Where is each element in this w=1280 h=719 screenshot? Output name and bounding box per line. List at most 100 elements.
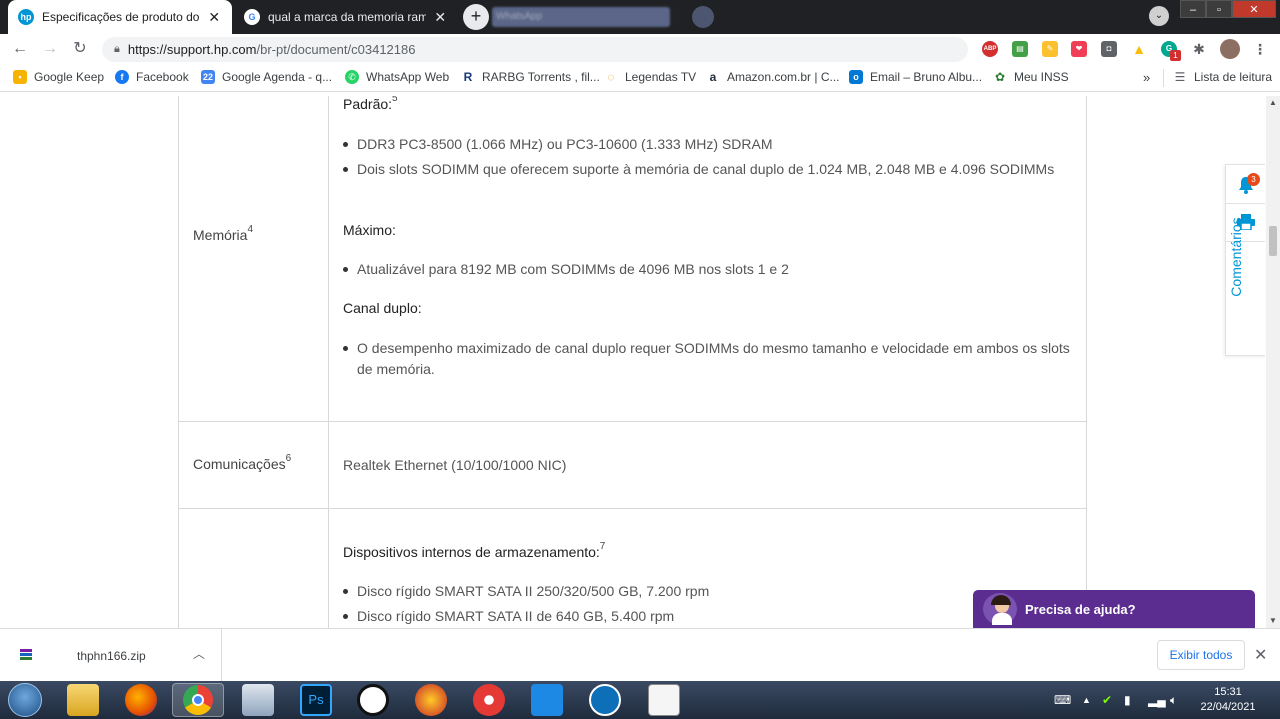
tab-search-icon[interactable]: ⌄ xyxy=(1149,6,1169,26)
google-drive-icon[interactable]: ▲ xyxy=(1131,41,1147,57)
bookmarks-bar: ▪ Google Keep f Facebook 22 Google Agenda -… xyxy=(0,64,1280,92)
tab-hp-specs[interactable]: hp Especificações de produto do no ✕ xyxy=(8,0,232,34)
chrome-taskbar-button[interactable] xyxy=(172,683,224,717)
network-icon[interactable]: ▂▄ xyxy=(1148,693,1166,707)
reload-icon[interactable]: ↻ xyxy=(68,37,92,61)
close-icon[interactable]: ✕ xyxy=(1254,645,1267,665)
back-arrow-icon[interactable]: ← xyxy=(8,37,32,61)
page-viewport: Memória4 Padrão:5 DDR3 PC3-8500 (1.066 M… xyxy=(0,96,1266,628)
clock-date: 22/04/2021 xyxy=(1200,701,1256,713)
spec-label-memory: Memória4 xyxy=(193,224,253,243)
calculator-icon[interactable] xyxy=(242,684,274,716)
adblock-plus-icon[interactable]: ABP xyxy=(982,41,998,57)
hp-logo-icon: hp xyxy=(18,9,34,25)
standard-list: DDR3 PC3-8500 (1.066 MHz) ou PC3-10600 (… xyxy=(343,134,1072,183)
bookmark-google-keep[interactable]: ▪ Google Keep xyxy=(13,70,104,84)
list-item: Disco rígido SMART SATA II de 640 GB, 5.… xyxy=(343,606,1072,627)
scroll-up-arrow-icon[interactable]: ▲ xyxy=(1266,96,1280,110)
bookmark-amazon[interactable]: a Amazon.com.br | C... xyxy=(706,70,840,84)
bookmark-rarbg[interactable]: R RARBG Torrents , fil... xyxy=(461,70,600,84)
extension-icon[interactable]: ✎ xyxy=(1042,41,1058,57)
download-item[interactable]: thphn166.zip ︿ xyxy=(0,629,222,682)
download-shelf: thphn166.zip ︿ Exibir todos ✕ xyxy=(0,628,1280,682)
rarbg-icon: R xyxy=(463,70,473,84)
maximize-button[interactable]: ▫ xyxy=(1206,0,1232,18)
bookmark-legendas-tv[interactable]: ◌ Legendas TV xyxy=(604,70,696,84)
storage-list: Disco rígido SMART SATA II 250/320/500 G… xyxy=(343,581,1072,628)
browser-tab-strip: hp Especificações de produto do no ✕ G q… xyxy=(0,0,1280,34)
page-scrollbar[interactable]: ▲ ▼ xyxy=(1266,96,1280,628)
inss-icon: ✿ xyxy=(994,70,1006,84)
extension-icon[interactable]: ▤ xyxy=(1012,41,1028,57)
bookmark-meu-inss[interactable]: ✿ Meu INSS xyxy=(993,70,1069,84)
blurred-icon xyxy=(692,6,714,28)
app-icon[interactable] xyxy=(357,684,389,716)
comments-tab[interactable]: Comentários xyxy=(1228,167,1244,347)
forward-arrow-icon[interactable]: → xyxy=(38,37,62,61)
bookmark-facebook[interactable]: f Facebook xyxy=(115,70,189,84)
app-icon[interactable] xyxy=(531,684,563,716)
app-tray-icon[interactable]: ✔ xyxy=(1102,693,1112,707)
puzzle-icon[interactable]: ✱ xyxy=(1191,41,1207,57)
chrome-icon xyxy=(183,685,213,715)
extension-icon[interactable]: ◘ xyxy=(1101,41,1117,57)
help-chat-button[interactable]: Precisa de ajuda? xyxy=(973,590,1255,628)
keyboard-icon[interactable]: ⌨ xyxy=(1054,693,1071,707)
avatar[interactable] xyxy=(1220,39,1240,59)
bookmark-label: Google Agenda - q... xyxy=(222,70,333,84)
show-all-downloads-button[interactable]: Exibir todos xyxy=(1157,640,1245,670)
menu-dots-icon[interactable]: ⋮ xyxy=(1252,41,1268,57)
download-file-name: thphn166.zip xyxy=(77,649,146,663)
spec-label-cell xyxy=(179,509,329,628)
zip-file-icon xyxy=(20,649,32,660)
bookmark-whatsapp[interactable]: ✆ WhatsApp Web xyxy=(345,70,449,84)
chevron-up-icon[interactable]: ︿ xyxy=(193,645,205,662)
whatsapp-icon: ✆ xyxy=(345,70,359,84)
tab-google-search[interactable]: G qual a marca da memoria ram do ✕ xyxy=(234,0,458,34)
power-icon[interactable]: ▮ xyxy=(1124,693,1131,707)
list-item: DDR3 PC3-8500 (1.066 MHz) ou PC3-10600 (… xyxy=(343,134,1072,155)
app-icon[interactable] xyxy=(415,684,447,716)
bookmarks-more-button[interactable]: » xyxy=(1143,70,1150,85)
close-icon[interactable]: ✕ xyxy=(206,9,222,26)
close-window-button[interactable]: ✕ xyxy=(1232,0,1276,18)
close-icon[interactable]: ✕ xyxy=(432,9,448,26)
footnote-ref[interactable]: 4 xyxy=(247,224,253,235)
scroll-down-arrow-icon[interactable]: ▼ xyxy=(1266,614,1280,628)
reading-list-button[interactable]: ☰ Lista de leitura xyxy=(1173,70,1272,84)
pocket-icon[interactable]: ❤ xyxy=(1071,41,1087,57)
facebook-icon: f xyxy=(115,70,129,84)
calendar-icon: 22 xyxy=(201,70,215,84)
minimize-button[interactable]: – xyxy=(1180,0,1206,18)
bookmark-google-agenda[interactable]: 22 Google Agenda - q... xyxy=(201,70,332,84)
show-hidden-icons-icon[interactable]: ▲ xyxy=(1082,695,1091,705)
amazon-icon: a xyxy=(709,70,717,84)
new-tab-button[interactable]: + xyxy=(463,4,489,30)
footnote-ref[interactable]: 7 xyxy=(600,541,606,552)
dual-channel-list: O desempenho maximizado de canal duplo r… xyxy=(343,338,1072,383)
taskbar-clock[interactable]: 15:31 22/04/2021 xyxy=(1196,685,1260,715)
spec-label-communications: Comunicações6 xyxy=(193,453,292,472)
address-bar[interactable]: 🔒︎ https://support.hp.com/br-pt/document… xyxy=(102,37,968,62)
dual-channel-heading: Canal duplo: xyxy=(343,300,422,316)
blurred-tab: WhatsApp xyxy=(492,7,670,27)
bookmark-email[interactable]: o Email – Bruno Albu... xyxy=(849,70,982,84)
footnote-ref[interactable]: 5 xyxy=(392,96,398,104)
windows-taskbar: Ps ⌨ ▲ ✔ ▮ ▂▄ 🔈︎ 15:31 22/04/2021 xyxy=(0,681,1280,719)
start-button[interactable] xyxy=(8,683,42,717)
volume-icon[interactable]: 🔈︎ xyxy=(1170,693,1177,708)
document-icon[interactable] xyxy=(648,684,680,716)
photoshop-icon[interactable]: Ps xyxy=(300,684,332,716)
bookmark-label: Legendas TV xyxy=(625,70,697,84)
url-path: /br-pt/document/c03412186 xyxy=(256,42,416,57)
app-icon[interactable] xyxy=(473,684,505,716)
help-chat-label: Precisa de ajuda? xyxy=(1025,601,1136,617)
file-explorer-icon[interactable] xyxy=(67,684,99,716)
reading-list-label: Lista de leitura xyxy=(1194,70,1273,84)
max-heading: Máximo: xyxy=(343,222,396,238)
footnote-ref[interactable]: 6 xyxy=(286,453,292,464)
bookmark-label: Email – Bruno Albu... xyxy=(870,70,983,84)
scrollbar-thumb[interactable] xyxy=(1269,226,1277,256)
firefox-icon[interactable] xyxy=(125,684,157,716)
teamviewer-icon[interactable] xyxy=(589,684,621,716)
